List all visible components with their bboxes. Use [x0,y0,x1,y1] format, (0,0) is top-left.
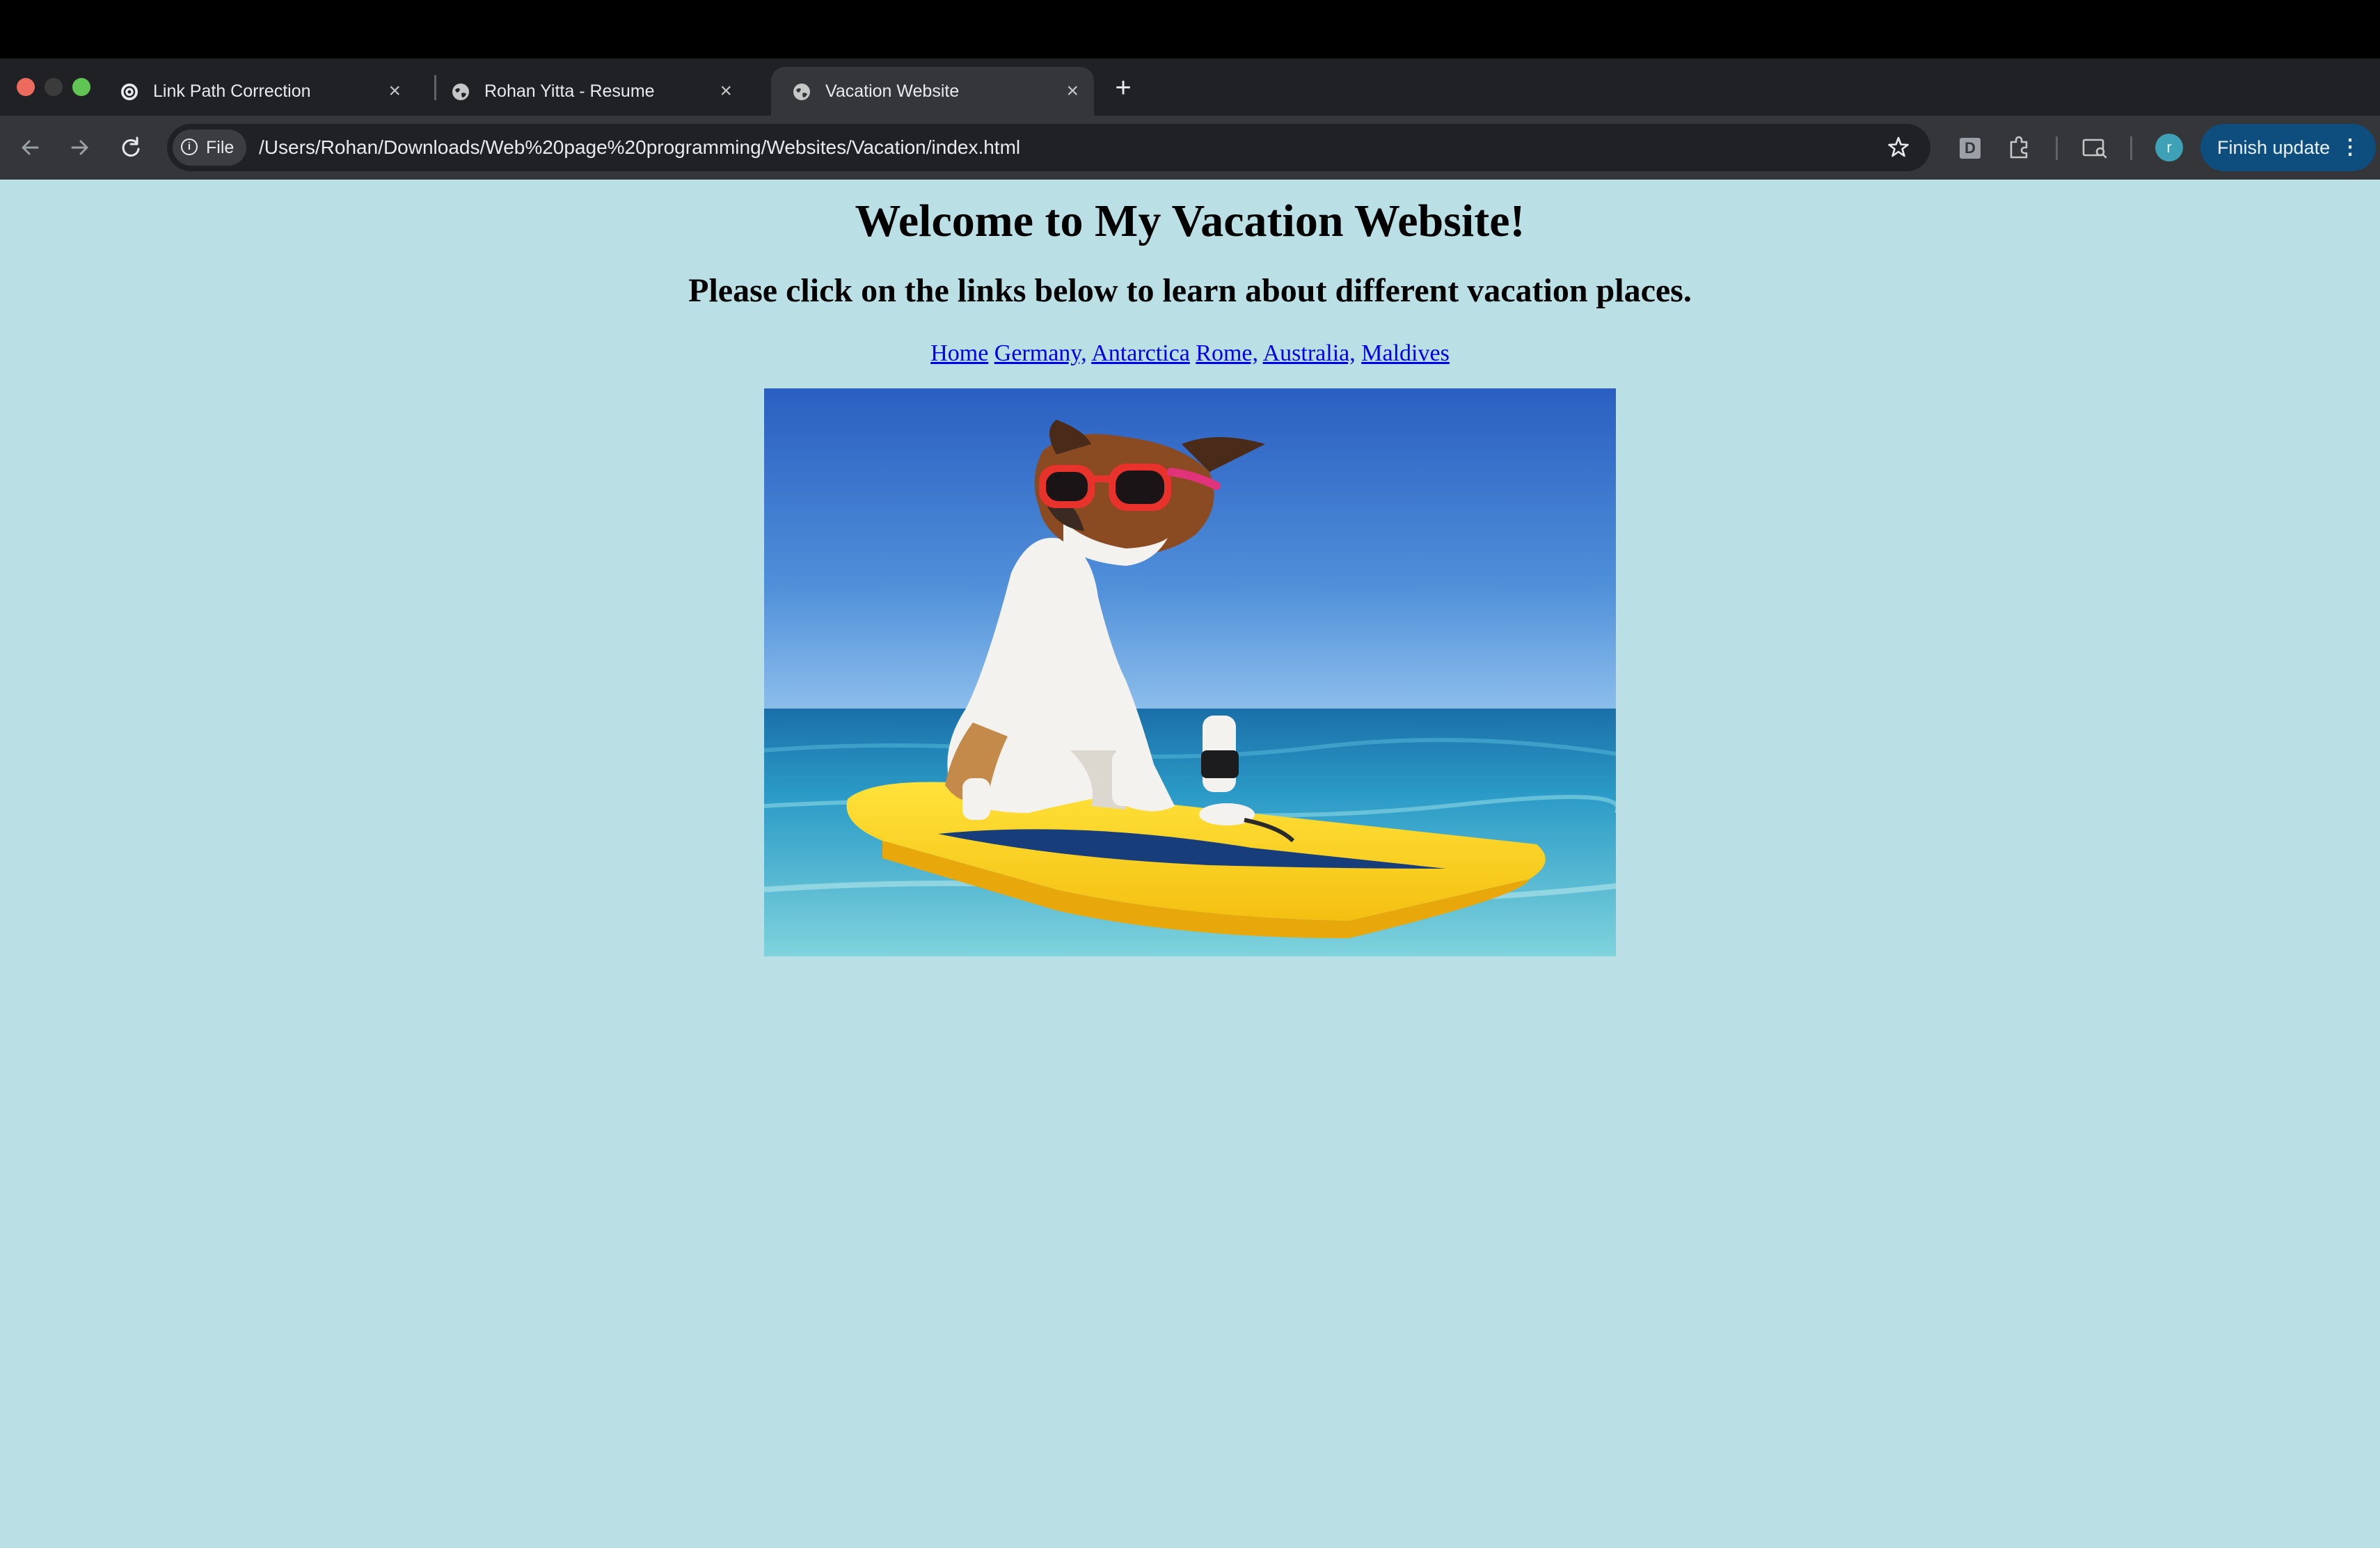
extensions-puzzle-icon[interactable] [2001,129,2038,166]
tab-link-path-correction[interactable]: Link Path Correction × [99,67,416,116]
bookmark-star-icon[interactable] [1883,129,1914,166]
tab-title: Rohan Yitta - Resume [484,81,655,101]
page-subtitle: Please click on the links below to learn… [688,272,1692,309]
new-tab-button[interactable]: + [1109,67,1137,109]
dog-on-surfboard-image [764,388,1616,956]
page-content: Welcome to My Vacation Website! Please c… [0,180,2380,1548]
link-home[interactable]: Home [930,340,988,366]
address-url[interactable]: /Users/Rohan/Downloads/Web%20page%20prog… [259,124,1020,171]
extension-d-icon[interactable]: D [1960,138,1981,159]
page-title: Welcome to My Vacation Website! [855,196,1525,246]
info-icon: i [181,139,198,155]
link-maldives[interactable]: Maldives [1361,340,1450,366]
site-info-chip[interactable]: i File [173,129,246,166]
tab-search-icon[interactable] [2077,129,2113,166]
tab-title: Link Path Correction [153,81,311,101]
link-australia[interactable]: Australia, [1263,340,1356,366]
back-arrow-icon[interactable] [15,132,46,163]
tab-rohan-yitta-resume[interactable]: Rohan Yitta - Resume × [430,67,747,116]
forward-arrow-icon[interactable] [64,132,95,163]
nav-links: Home Germany, Antarctica Rome, Australia… [0,334,2380,373]
close-tab-icon[interactable]: × [388,67,401,116]
link-antarctica[interactable]: Antarctica [1091,340,1190,366]
tab-title: Vacation Website [825,81,960,101]
finish-update-label: Finish update [2217,137,2331,158]
link-germany[interactable]: Germany, [994,340,1087,366]
reload-icon[interactable] [116,132,146,163]
link-rome[interactable]: Rome, [1196,340,1258,366]
toolbar-separator [2130,136,2132,160]
profile-avatar[interactable]: r [2155,134,2183,161]
globe-icon [452,84,469,100]
window-close-button[interactable] [17,78,35,96]
close-tab-icon[interactable]: × [1066,67,1079,116]
tab-vacation-website[interactable]: Vacation Website × [771,67,1094,116]
globe-icon [793,84,810,100]
finish-update-button[interactable]: Finish update ⋮ [2200,124,2376,171]
site-info-label: File [206,138,235,157]
openai-icon [121,84,138,100]
mac-menu-strip [0,0,2380,58]
close-tab-icon[interactable]: × [720,67,732,116]
window-zoom-button[interactable] [72,78,90,96]
window-minimize-button[interactable] [45,78,63,96]
kebab-menu-icon[interactable]: ⋮ [2340,124,2361,171]
toolbar-separator [2056,136,2058,160]
